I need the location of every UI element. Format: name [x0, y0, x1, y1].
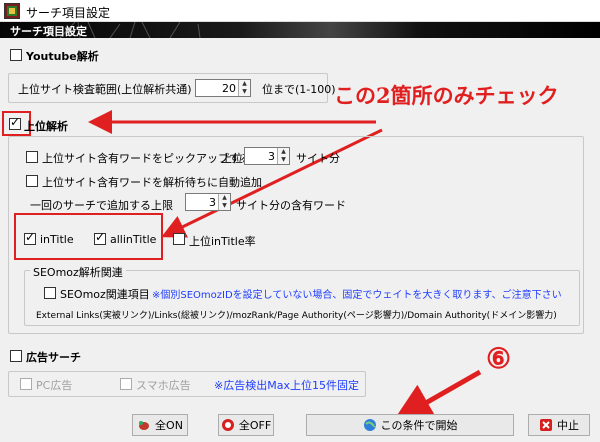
pickup-spinner[interactable]: 3 ▲ ▼	[244, 147, 290, 165]
pickup-value: 3	[268, 150, 275, 163]
pickup-suffix: サイト分	[296, 152, 340, 165]
stop-icon	[221, 418, 235, 432]
ad-note: ※広告検出Max上位15件固定	[214, 379, 359, 392]
seo-group-title: SEOmoz解析関連	[30, 264, 126, 280]
pc-ad-checkbox[interactable]	[20, 378, 32, 390]
seo-links-text: External Links(実被リンク)/Links(総被リンク)/mozRa…	[36, 311, 557, 321]
all-off-label: 全OFF	[238, 419, 272, 432]
all-on-label: 全ON	[155, 419, 183, 432]
seo-label: SEOmoz関連項目	[60, 288, 150, 301]
pickup-spinner-arrows[interactable]: ▲ ▼	[277, 148, 289, 164]
pc-ad-label: PC広告	[36, 379, 73, 392]
sp-ad-checkbox[interactable]	[120, 378, 132, 390]
bug-icon	[137, 418, 151, 432]
pickup-prefix: 上位	[221, 152, 243, 165]
spin-up-icon[interactable]: ▲	[219, 194, 230, 202]
start-label: この条件で開始	[380, 419, 458, 432]
allintitle-label: allinTitle	[110, 233, 157, 246]
rate-label: 上位inTitle率	[189, 235, 256, 248]
close-icon	[539, 418, 553, 432]
seo-checkbox[interactable]	[44, 287, 56, 299]
globe-icon	[363, 418, 377, 432]
rate-checkbox[interactable]	[173, 233, 185, 245]
cancel-button[interactable]: 中止	[528, 414, 590, 436]
all-off-button[interactable]: 全OFF	[218, 414, 274, 436]
allintitle-checkbox[interactable]: ✓	[94, 231, 106, 245]
limit-spinner[interactable]: 3 ▲ ▼	[185, 193, 231, 211]
sp-ad-label: スマホ広告	[136, 379, 191, 392]
spin-down-icon[interactable]: ▼	[278, 156, 289, 164]
limit-spinner-arrows[interactable]: ▲ ▼	[218, 194, 230, 210]
intitle-label: inTitle	[40, 233, 74, 246]
pickup-checkbox[interactable]	[26, 151, 38, 163]
step-annotation: ⑥	[486, 342, 512, 375]
auto-add-checkbox[interactable]	[26, 175, 38, 187]
cancel-label: 中止	[557, 419, 579, 432]
seo-note: ※個別SEOmozIDを設定していない場合、固定でウェイトを大きく取ります、ご注…	[152, 290, 562, 301]
limit-suffix: サイト分の含有ワード	[236, 199, 346, 212]
spin-down-icon[interactable]: ▼	[219, 202, 230, 210]
spin-up-icon[interactable]: ▲	[278, 148, 289, 156]
intitle-checkbox[interactable]: ✓	[24, 231, 36, 245]
ad-label: 広告サーチ	[26, 351, 81, 364]
limit-value: 3	[209, 196, 216, 209]
auto-add-label: 上位サイト含有ワードを解析待ちに自動追加	[42, 176, 262, 189]
pickup-label: 上位サイト含有ワードをピックアップする	[42, 152, 251, 165]
limit-label: 一回のサーチで追加する上限	[30, 199, 173, 212]
ad-checkbox[interactable]	[10, 350, 22, 362]
start-button[interactable]: この条件で開始	[306, 414, 514, 436]
all-on-button[interactable]: 全ON	[132, 414, 188, 436]
